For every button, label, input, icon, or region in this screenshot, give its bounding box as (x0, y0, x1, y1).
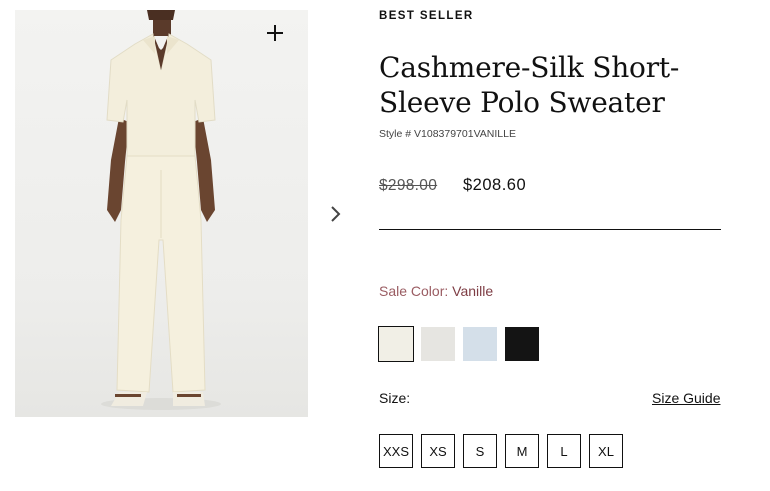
selected-color-name: Vanille (452, 283, 494, 299)
color-swatches (378, 326, 547, 362)
best-seller-badge: BEST SELLER (379, 10, 474, 22)
sale-color-label: Sale Color: Vanille (379, 283, 493, 299)
color-swatch[interactable] (505, 327, 539, 361)
color-swatch[interactable] (463, 327, 497, 361)
size-option-xs[interactable]: XS (421, 434, 455, 468)
size-option-m[interactable]: M (505, 434, 539, 468)
product-title: Cashmere-Silk Short-Sleeve Polo Sweater (379, 51, 680, 119)
size-options: XXS XS S M L XL (379, 434, 631, 468)
size-guide-link[interactable]: Size Guide (652, 390, 720, 406)
model-illustration (101, 10, 221, 410)
product-image[interactable] (15, 10, 308, 417)
size-option-l[interactable]: L (547, 434, 581, 468)
next-image-button[interactable] (322, 198, 350, 230)
style-number: Style # V108379701VANILLE (379, 128, 516, 140)
original-price: $298.00 (379, 177, 438, 194)
zoom-button[interactable] (266, 24, 298, 56)
sale-color-prefix: Sale Color: (379, 283, 453, 299)
size-option-xl[interactable]: XL (589, 434, 623, 468)
color-swatch[interactable] (378, 326, 414, 362)
sale-price: $208.60 (463, 176, 527, 194)
size-option-xxs[interactable]: XXS (379, 434, 413, 468)
size-label: Size: (379, 390, 411, 406)
plus-icon (267, 25, 283, 41)
size-option-s[interactable]: S (463, 434, 497, 468)
chevron-right-icon (331, 206, 341, 222)
color-swatch[interactable] (421, 327, 455, 361)
divider (379, 229, 721, 230)
